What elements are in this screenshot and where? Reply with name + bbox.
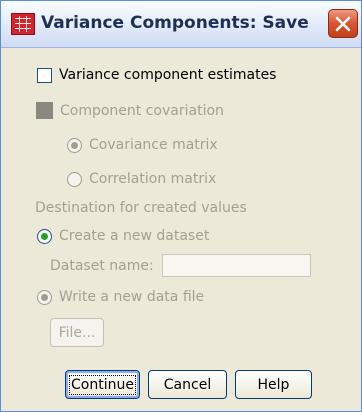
continue-button[interactable]: Continue [65, 370, 140, 399]
create-dataset-radio[interactable] [37, 228, 52, 244]
covariance-matrix-radio[interactable] [67, 137, 82, 153]
spreadsheet-icon [11, 13, 35, 35]
title-bar: Variance Components: Save [1, 1, 361, 48]
correlation-matrix-option[interactable]: Correlation matrix [67, 171, 216, 187]
covariance-matrix-label: Covariance matrix [89, 137, 218, 153]
variance-estimates-option[interactable]: Variance component estimates [37, 67, 276, 83]
help-button[interactable]: Help [235, 370, 312, 399]
write-file-option[interactable]: Write a new data file [37, 289, 204, 305]
file-button[interactable]: File... [50, 318, 104, 347]
create-dataset-option[interactable]: Create a new dataset [37, 228, 209, 244]
dataset-name-input[interactable] [162, 254, 311, 277]
variance-components-save-dialog: Variance Components: Save Variance compo… [0, 0, 362, 412]
component-covariation-label: Component covariation [60, 102, 224, 119]
covariance-matrix-option[interactable]: Covariance matrix [67, 137, 218, 153]
correlation-matrix-label: Correlation matrix [89, 171, 217, 187]
component-covariation-checkbox[interactable] [36, 102, 53, 119]
destination-heading: Destination for created values [35, 200, 247, 216]
variance-estimates-label: Variance component estimates [59, 67, 277, 83]
cancel-button[interactable]: Cancel [148, 370, 227, 399]
dataset-name-label: Dataset name: [50, 258, 154, 274]
write-file-radio[interactable] [37, 289, 52, 305]
close-icon [335, 16, 351, 32]
component-covariation-option[interactable]: Component covariation [36, 102, 224, 119]
write-file-label: Write a new data file [59, 289, 205, 305]
variance-estimates-checkbox[interactable] [37, 67, 52, 83]
window-title: Variance Components: Save [41, 13, 309, 33]
correlation-matrix-radio[interactable] [67, 171, 82, 187]
close-button[interactable] [328, 9, 358, 38]
create-dataset-label: Create a new dataset [59, 228, 210, 244]
dialog-body: Variance component estimates Component c… [1, 48, 361, 411]
